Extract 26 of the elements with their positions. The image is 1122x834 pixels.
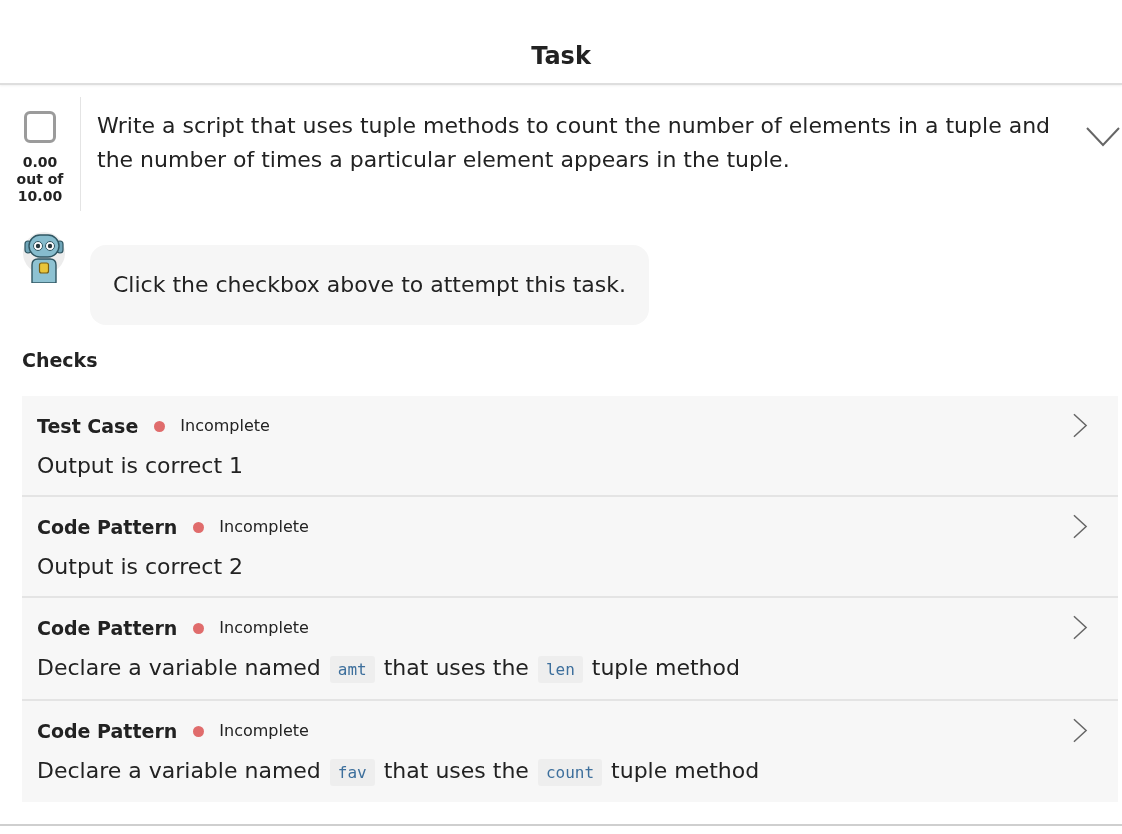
check-item[interactable]: Code Pattern Incomplete Declare a variable named amt that uses the len tuple method (22, 598, 1118, 701)
check-type: Code Pattern (37, 616, 178, 641)
check-description: Output is correct 1 (37, 452, 244, 480)
check-status: Incomplete (219, 720, 309, 742)
check-description: Declare a variable named amt that uses the len tuple method (37, 653, 1073, 685)
check-status: Incomplete (219, 617, 309, 639)
check-type: Code Pattern (37, 719, 178, 744)
check-type: Code Pattern (37, 515, 178, 540)
robot-icon (22, 229, 66, 283)
score-label: out of (16, 171, 64, 188)
check-status: Incomplete (180, 415, 270, 437)
page-title: Task (531, 41, 591, 71)
check-item[interactable]: Code Pattern Incomplete Output is correct 2 (22, 497, 1118, 598)
task-prompt: Write a script that uses tuple methods to count the number of elements in a tuple and the number of times a particular element appears in the tuple. (96, 112, 1052, 174)
attempt-checkbox[interactable] (24, 111, 56, 143)
max-score: 10.00 (17, 188, 63, 205)
check-description: Declare a variable named fav that uses the count tuple method (37, 756, 1073, 788)
check-type: Test Case (37, 414, 139, 439)
check-description: Output is correct 2 (37, 553, 244, 581)
checks-heading: Checks (22, 348, 99, 373)
score-value: 0.00 (22, 154, 58, 171)
check-status: Incomplete (219, 516, 309, 538)
check-item[interactable]: Test Case Incomplete Output is correct 1 (22, 396, 1118, 497)
assistant-message: Click the checkbox above to attempt this task. (90, 245, 649, 325)
check-item[interactable]: Code Pattern Incomplete Declare a variable named fav that uses the count tuple method (22, 701, 1118, 802)
chevron-down-icon[interactable] (1086, 127, 1120, 147)
